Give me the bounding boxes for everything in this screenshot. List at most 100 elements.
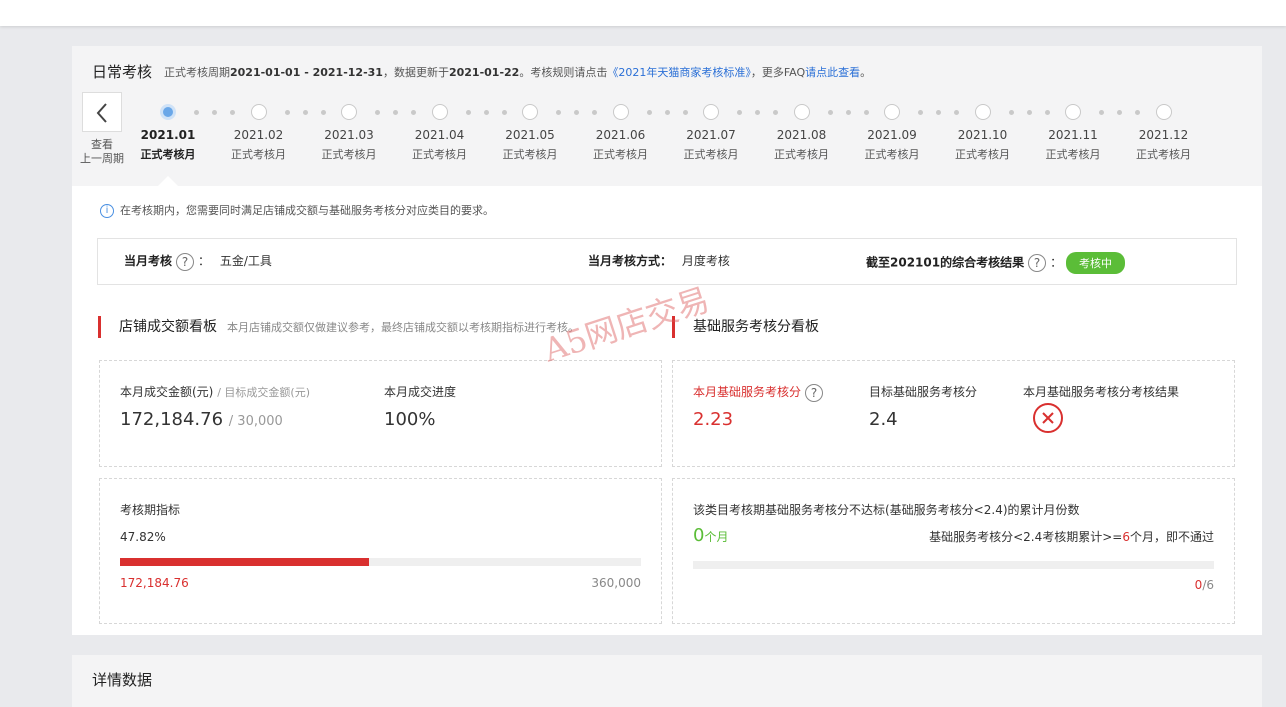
update-prefix: ，数据更新于: [382, 66, 449, 79]
sales-note: 本月店铺成交额仅做建议参考，最终店铺成交额以考核期指标进行考核。: [227, 321, 579, 334]
tab-month-2021.08[interactable]: 2021.08 正式考核月: [762, 128, 842, 162]
timeline-connector-dot: [1135, 110, 1140, 115]
target-amount-label: / 目标成交金额(元): [217, 386, 310, 399]
timeline-dot[interactable]: [612, 104, 629, 120]
period-target-value: 360,000: [591, 576, 641, 590]
timeline-connector-dot: [375, 110, 380, 115]
month-label: 正式考核月: [502, 148, 558, 161]
faq-link[interactable]: 请点此查看: [805, 66, 860, 79]
prev-period-label[interactable]: 查看 上一周期: [76, 138, 128, 166]
timeline-dot[interactable]: [884, 104, 900, 120]
tab-month-2021.05[interactable]: 2021.05 正式考核月: [490, 128, 570, 162]
service-result-label: 本月基础服务考核分考核结果: [1023, 385, 1180, 399]
month-label: 正式考核月: [683, 148, 739, 161]
month-label: 正式考核月: [140, 148, 196, 161]
service-score-label-group: 本月基础服务考核分?: [693, 383, 827, 402]
timeline-connector-dot: [845, 110, 851, 115]
tab-month-2021.01[interactable]: 2021.01 正式考核月: [128, 128, 208, 162]
timeline-connector-dot: [646, 110, 652, 115]
timeline-header: 日常考核 正式考核周期2021-01-01 - 2021-12-31，数据更新于…: [72, 46, 1262, 186]
service-score-label: 本月基础服务考核分: [693, 385, 802, 399]
timeline-connector-dot: [284, 110, 290, 115]
fail-rule-text: 基础服务考核分<2.4考核期累计>=6个月，即不通过: [929, 528, 1214, 545]
timeline-connector-dot: [827, 110, 833, 115]
target-score-value: 2.4: [869, 409, 898, 430]
service-score-value: 2.23: [693, 409, 734, 430]
summary-result: 截至202101的综合考核结果?： 考核中: [866, 252, 1125, 274]
status-badge: 考核中: [1065, 252, 1125, 274]
rule-link[interactable]: 《2021年天猫商家考核标准》: [607, 66, 751, 79]
timeline-dot[interactable]: [703, 104, 719, 120]
timeline-connector-dot: [230, 110, 235, 115]
timeline-connector-dot: [954, 110, 959, 115]
timeline-connector-dot: [1117, 110, 1122, 115]
details-card: 详情数据: [72, 655, 1262, 707]
timeline-dot[interactable]: [341, 104, 357, 120]
tab-month-2021.07[interactable]: 2021.07 正式考核月: [671, 128, 751, 162]
prev-label-line2: 上一周期: [80, 152, 124, 165]
sales-kpi-panel: 本月成交金额(元) / 目标成交金额(元) 172,184.76 / 30,00…: [99, 360, 662, 467]
timeline-dot[interactable]: [974, 104, 991, 120]
month-label: 正式考核月: [231, 148, 286, 161]
daily-assessment-card: 日常考核 正式考核周期2021-01-01 - 2021-12-31，数据更新于…: [72, 46, 1262, 635]
help-icon[interactable]: ?: [176, 252, 195, 271]
amount-value-group: 172,184.76 / 30,000: [120, 409, 283, 430]
timeline-connector-dot: [411, 110, 416, 115]
service-fail-panel: 该类目考核期基础服务考核分不达标(基础服务考核分<2.4)的累计月份数 0个月 …: [672, 478, 1235, 624]
month-label: 正式考核月: [593, 148, 648, 161]
tab-month-2021.09[interactable]: 2021.09 正式考核月: [852, 128, 932, 162]
timeline-connector-dot: [465, 110, 471, 115]
timeline-dot[interactable]: [1065, 104, 1081, 120]
timeline-connector-dot: [574, 110, 579, 115]
timeline-connector-dot: [918, 110, 923, 115]
notice: i 在考核期内，您需要同时满足店铺成交额与基础服务考核分对应类目的要求。: [100, 202, 494, 218]
section-bar: [98, 316, 101, 338]
period-progress-bar: [120, 558, 641, 566]
timeline-dot[interactable]: [431, 104, 448, 120]
tab-month-2021.10[interactable]: 2021.10 正式考核月: [943, 128, 1023, 162]
summary-category: 五金/工具: [219, 254, 272, 268]
summary-result-label: 截至202101的综合考核结果: [866, 255, 1025, 270]
tab-month-2021.04[interactable]: 2021.04 正式考核月: [400, 128, 480, 162]
service-kpi-panel: 本月基础服务考核分? 2.23 目标基础服务考核分 2.4 本月基础服务考核分考…: [672, 360, 1235, 467]
timeline-connector-dot: [302, 110, 308, 115]
fail-rule-num: 6: [1122, 530, 1130, 544]
timeline-connector-dot: [320, 110, 326, 115]
sales-title: 店铺成交额看板: [119, 319, 217, 335]
timeline-connector-dot: [556, 110, 561, 115]
tab-month-2021.12[interactable]: 2021.12 正式考核月: [1124, 128, 1204, 162]
tab-month-2021.06[interactable]: 2021.06 正式考核月: [581, 128, 661, 162]
faq-prefix: ，更多FAQ: [750, 66, 806, 79]
month-label: 正式考核月: [955, 148, 1010, 161]
info-icon: i: [100, 204, 114, 218]
month-date: 2021.04: [414, 128, 465, 142]
timeline-dot[interactable]: [250, 104, 267, 120]
timeline-connector-dot: [501, 110, 507, 115]
progress-label: 本月成交进度: [384, 385, 457, 399]
timeline-dot[interactable]: [160, 104, 176, 120]
timeline-dot[interactable]: [1155, 104, 1172, 120]
summary-colon: ：: [198, 254, 211, 268]
timeline-connector-dot: [1008, 110, 1014, 115]
help-icon[interactable]: ?: [805, 383, 824, 402]
timeline-dot[interactable]: [522, 104, 538, 120]
amount-value: 172,184.76: [120, 409, 224, 430]
fail-rule-prefix: 基础服务考核分<2.4考核期累计>=: [929, 530, 1123, 544]
tab-month-2021.11[interactable]: 2021.11 正式考核月: [1033, 128, 1113, 162]
tab-month-2021.02[interactable]: 2021.02 正式考核月: [219, 128, 299, 162]
timeline-connector-dot: [682, 110, 688, 115]
details-title: 详情数据: [92, 671, 153, 689]
fail-months-progress-text: 0/6: [1195, 578, 1214, 592]
fail-progress-total: /6: [1202, 578, 1214, 592]
target-score-label: 目标基础服务考核分: [869, 385, 978, 399]
fail-months-count-group: 0个月: [693, 525, 728, 546]
timeline-dot[interactable]: [793, 104, 810, 120]
help-icon[interactable]: ?: [1028, 254, 1047, 272]
fail-months-unit: 个月: [704, 530, 729, 544]
month-label: 正式考核月: [1136, 148, 1191, 161]
tab-month-2021.03[interactable]: 2021.03 正式考核月: [309, 128, 389, 162]
timeline-connector-dot: [194, 110, 199, 115]
timeline-connector-dot: [212, 110, 217, 115]
prev-period-button[interactable]: [82, 92, 122, 132]
notice-text: 在考核期内，您需要同时满足店铺成交额与基础服务考核分对应类目的要求。: [120, 204, 494, 217]
